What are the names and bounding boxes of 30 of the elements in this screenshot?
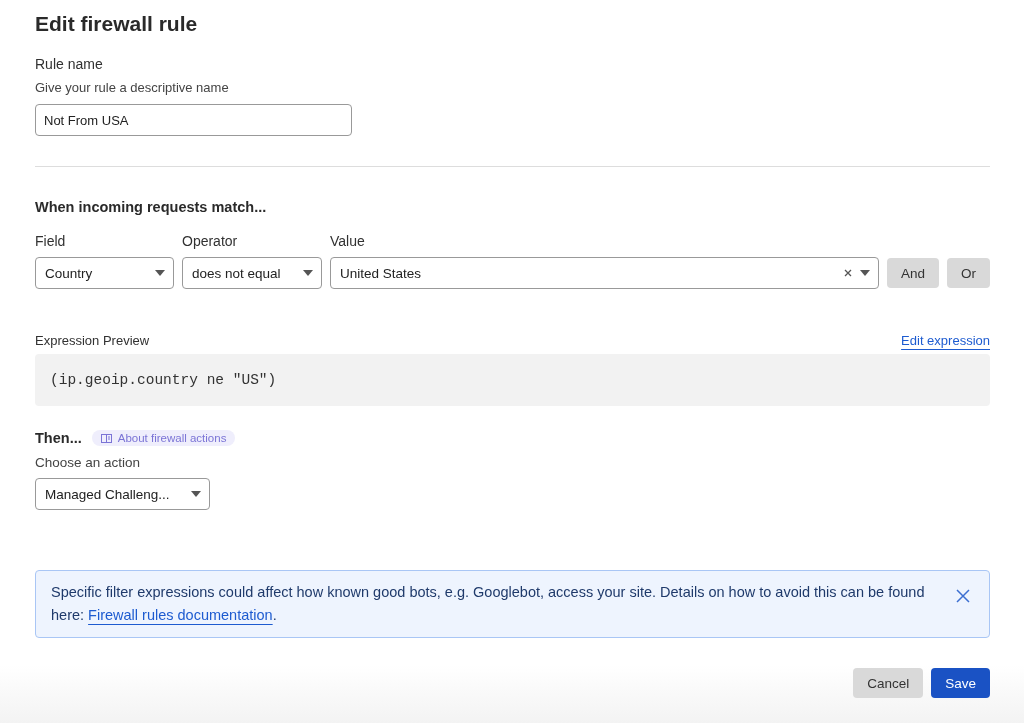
logic-button[interactable]: And (886, 258, 939, 288)
value-select[interactable]: United States (330, 257, 879, 289)
caret-icon (191, 491, 201, 497)
save-button[interactable]: Save (931, 668, 990, 698)
caret-icon (303, 270, 313, 276)
logic-button[interactable]: Or (947, 258, 990, 288)
field-label: Value (330, 233, 366, 249)
notice-text: Specific filter expressions could affect how known good bots, e.g. Googlebot, access your site. Details on how to avoid this can be found here: Firewall rules documentation. (51, 583, 926, 625)
field-label: Rule name (35, 56, 104, 72)
edit-expression-link[interactable]: Edit expression (901, 333, 990, 348)
action-dropdown[interactable]: Managed Challeng... (35, 478, 210, 510)
dropdown[interactable]: Country (35, 257, 174, 289)
book-icon (100, 433, 112, 443)
expression-preview: (ip.geoip.country ne "US") (35, 354, 990, 406)
field-hint: Give your rule a descriptive name (35, 80, 230, 95)
rule-name-input[interactable]: Not From USA (35, 104, 352, 136)
documentation-link[interactable]: Firewall rules documentation (88, 607, 273, 623)
cancel-button[interactable]: Cancel (853, 668, 924, 698)
field-label: Expression Preview (35, 333, 150, 348)
about-actions-link[interactable]: About firewall actions (91, 430, 236, 446)
dropdown[interactable]: does not equal (182, 257, 322, 289)
section-heading: When incoming requests match... (35, 199, 268, 215)
caret-icon (155, 270, 165, 276)
field-label: Operator (182, 233, 239, 249)
field-hint: Choose an action (35, 455, 142, 470)
field-label: Field (35, 233, 67, 249)
caret-icon (859, 270, 870, 276)
page-title: Edit firewall rule (35, 12, 199, 36)
clear-icon[interactable] (843, 269, 852, 277)
section-heading: Then... (35, 430, 82, 446)
